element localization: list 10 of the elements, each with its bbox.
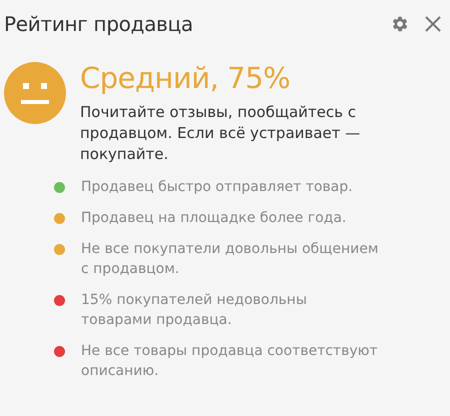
close-icon[interactable] [424, 15, 442, 33]
rating-headline: Средний, 75% [80, 60, 292, 96]
settings-icon[interactable] [390, 14, 410, 34]
factor-text: Продавец быстро отправляет товар. [81, 178, 354, 197]
rating-summary: Почитайте отзывы, пообщайтесь с продавцом. Если всё устраивает — покупайте. [80, 102, 362, 165]
panel-title: Рейтинг продавца [4, 12, 193, 36]
factor-text: Не все товары продавца соответствуют описанию. [81, 342, 379, 381]
factor-text: 15% покупателей недовольны товарами продавца. [81, 291, 308, 330]
factor-text: Не все покупатели довольны общением с продавцом. [81, 240, 380, 279]
factor-text: Продавец на площадке более года. [81, 209, 348, 228]
